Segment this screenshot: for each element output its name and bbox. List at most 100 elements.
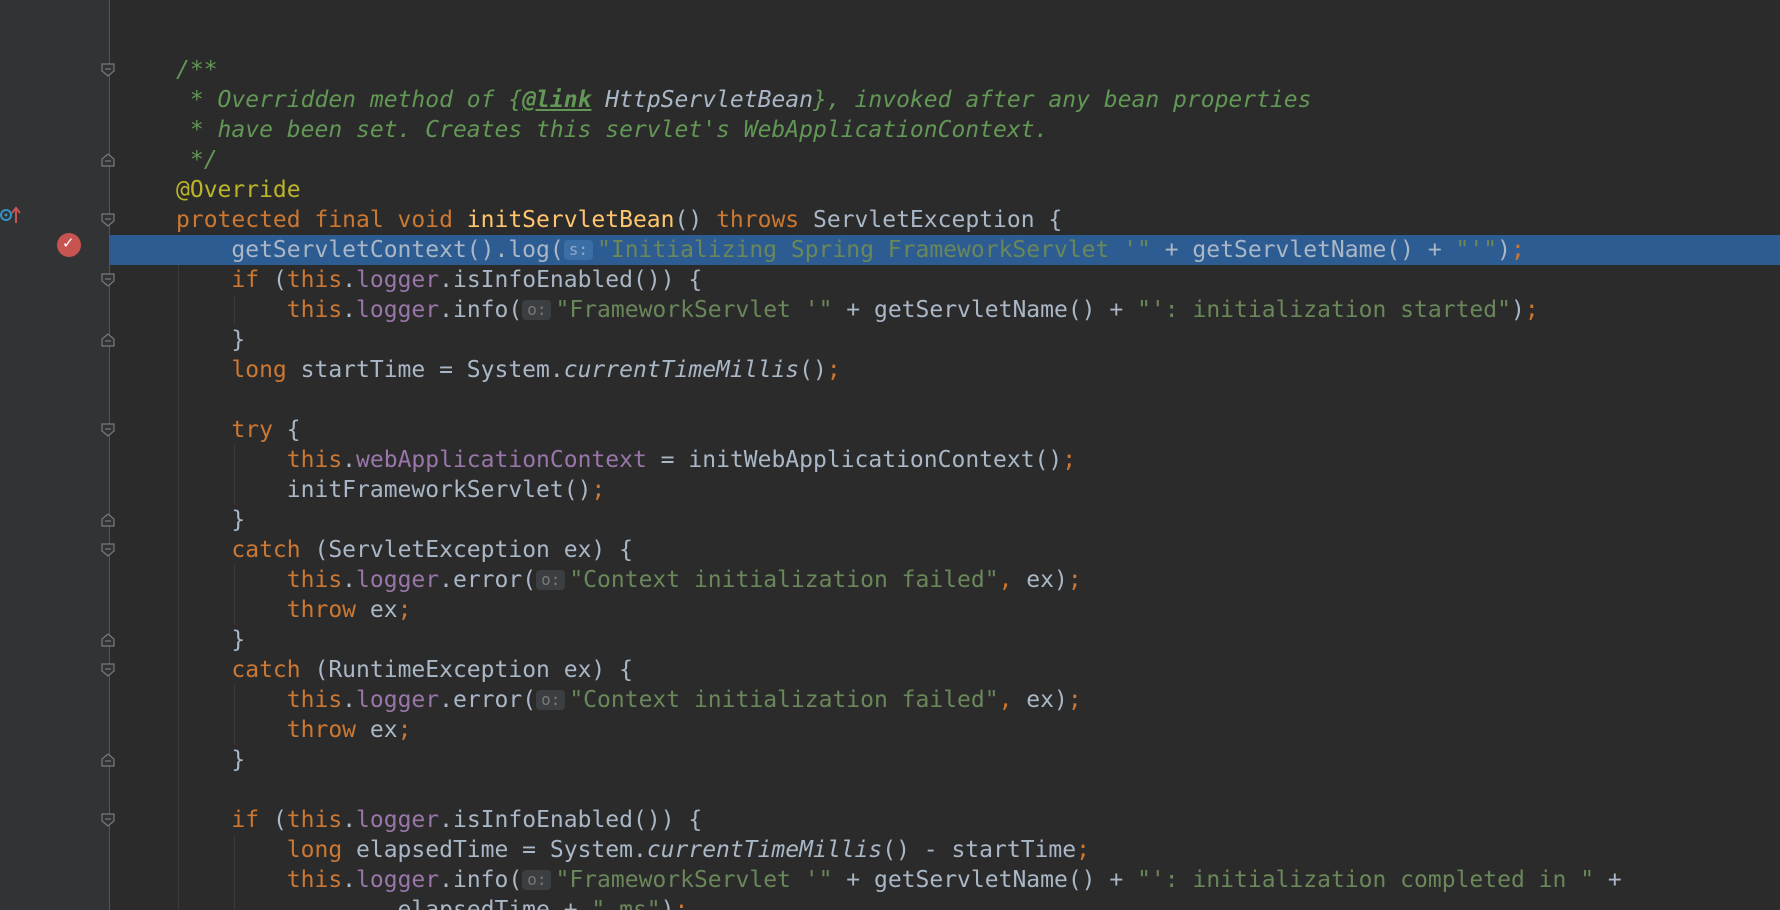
code-token: . [342,867,357,893]
code-line-text: this.logger.error(o: "Context initializat… [176,685,1082,715]
code-line-text: this.webApplicationContext = initWebAppl… [176,445,1076,475]
code-line-text: throw ex; [176,715,412,745]
code-line-current[interactable]: getServletContext().log(s: "Initializing … [110,235,1780,265]
code-line[interactable]: } [110,325,1780,355]
code-line[interactable]: this.logger.info(o: "FrameworkServlet '" … [110,295,1780,325]
code-line[interactable]: this.logger.info(o: "FrameworkServlet '" … [110,865,1780,895]
code-line-text: } [176,505,245,535]
code-token: ; [674,897,689,910]
code-line-text: /** [176,55,218,85]
code-token: if [176,267,273,293]
code-line[interactable]: elapsedTime + " ms"); [110,895,1780,910]
code-token: startTime = System. [300,357,564,383]
code-line-text: catch (RuntimeException ex) { [176,655,633,685]
code-line-text: long startTime = System.currentTimeMilli… [176,355,840,385]
code-token: @link [522,87,592,113]
code-token: ; [1062,447,1077,473]
code-line-text: protected final void initServletBean() t… [176,205,1062,235]
code-token: "FrameworkServlet '" [555,297,833,323]
parameter-hint: s: [563,240,593,260]
parameter-hint: o: [522,870,552,890]
code-token: this [176,867,343,893]
code-token: "': initialization started" [1137,297,1511,323]
code-line[interactable]: this.logger.error(o: "Context initializat… [110,685,1780,715]
breakpoint-verified-icon[interactable]: ✓ [57,233,81,257]
code-token: ; [1067,687,1082,713]
code-line-text: } [176,745,245,775]
code-line[interactable] [110,775,1780,805]
code-line[interactable]: this.webApplicationContext = initWebAppl… [110,445,1780,475]
code-line[interactable]: * have been set. Creates this servlet's … [110,115,1780,145]
code-line[interactable]: } [110,505,1780,535]
code-token: ( [272,267,287,293]
code-line[interactable]: throw ex; [110,715,1780,745]
code-token: ex) [1012,687,1068,713]
code-token: HttpServletBean [591,87,813,113]
code-line[interactable]: @Override [110,175,1780,205]
code-line[interactable]: } [110,745,1780,775]
code-token: + getServletName() + [832,297,1138,323]
code-line[interactable]: protected final void initServletBean() t… [110,205,1780,235]
code-line[interactable]: catch (RuntimeException ex) { [110,655,1780,685]
code-token: elapsedTime = System. [356,837,647,863]
code-token: protected final void [176,207,467,233]
code-token: ex [369,717,398,743]
code-token: this [286,807,343,833]
code-line[interactable]: this.logger.error(o: "Context initializat… [110,565,1780,595]
code-token: ex) [1012,567,1068,593]
code-token: ( [272,807,287,833]
code-token: . [342,807,357,833]
code-line[interactable]: if (this.logger.isInfoEnabled()) { [110,265,1780,295]
code-token: logger [356,687,440,713]
code-token: .isInfoEnabled()) { [439,807,703,833]
code-token: getServletContext().log( [176,237,564,263]
code-token: ; [397,717,412,743]
code-token: " ms" [591,897,661,910]
code-line[interactable]: * Overridden method of {@link HttpServle… [110,85,1780,115]
code-token: ) [660,897,675,910]
code-token: "Initializing Spring FrameworkServlet '" [597,237,1151,263]
code-editor[interactable]: ✓ /** * Overridden method of {@link Http… [0,0,1780,910]
code-line-text: this.logger.info(o: "FrameworkServlet '" … [176,295,1539,325]
code-line-text: getServletContext().log(s: "Initializing … [176,235,1525,265]
code-line[interactable]: long startTime = System.currentTimeMilli… [110,355,1780,385]
code-line[interactable]: initFrameworkServlet(); [110,475,1780,505]
code-line-text: @Override [176,175,301,205]
code-token: * Overridden method of { [176,87,523,113]
code-line[interactable]: */ [110,145,1780,175]
code-token: */ [176,147,218,173]
code-token: "': initialization completed in " [1137,867,1595,893]
code-line-text: */ [176,145,218,175]
parameter-hint: o: [522,300,552,320]
code-line[interactable]: try { [110,415,1780,445]
code-line-text: this.logger.info(o: "FrameworkServlet '" … [176,865,1622,895]
code-line[interactable]: long elapsedTime = System.currentTimeMil… [110,835,1780,865]
code-line[interactable]: catch (ServletException ex) { [110,535,1780,565]
code-line[interactable] [110,385,1780,415]
code-token: /** [176,57,218,83]
code-token: ; [1067,567,1082,593]
code-token: long [176,837,357,863]
code-line-text: } [176,325,245,355]
code-token: }, invoked after any bean properties [813,87,1312,113]
code-token: ; [1510,237,1525,263]
overrides-method-icon[interactable] [0,204,22,226]
code-line[interactable]: throw ex; [110,595,1780,625]
code-line-text: initFrameworkServlet(); [176,475,606,505]
code-token: } [176,327,246,353]
code-token: ex [369,597,398,623]
code-area[interactable]: /** * Overridden method of {@link HttpSe… [110,0,1780,910]
code-line-text: if (this.logger.isInfoEnabled()) { [176,265,702,295]
code-line[interactable]: /** [110,55,1780,85]
editor-gutter[interactable] [0,0,109,910]
code-line-text: * Overridden method of {@link HttpServle… [176,85,1312,115]
code-line[interactable]: if (this.logger.isInfoEnabled()) { [110,805,1780,835]
code-token: . [342,297,357,323]
code-line[interactable]: } [110,625,1780,655]
code-token: , [998,567,1013,593]
code-token: + getServletName() + [1150,237,1456,263]
code-token: } [176,627,246,653]
code-token: logger [356,867,440,893]
code-line-text: } [176,625,245,655]
parameter-hint: o: [536,570,566,590]
